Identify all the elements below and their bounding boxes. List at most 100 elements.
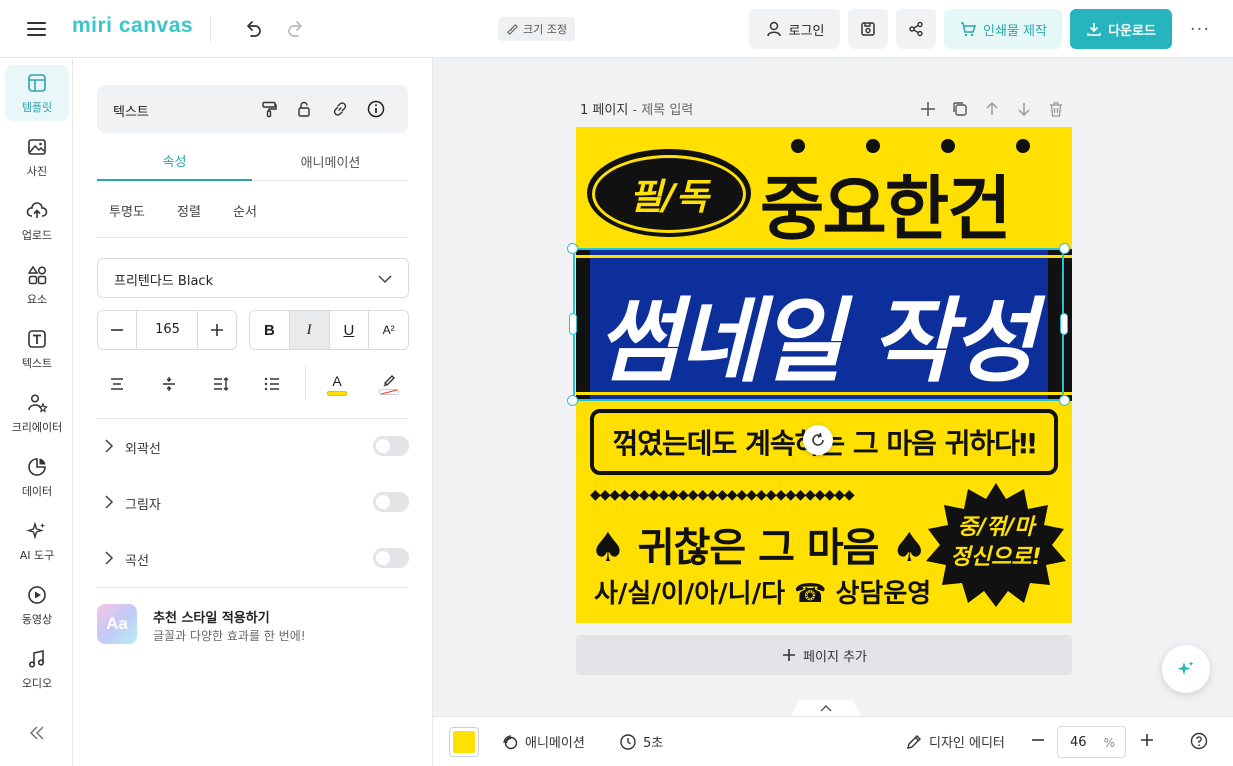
rail-item-audio[interactable]: 오디오 — [5, 641, 69, 697]
letter-spacing-icon[interactable] — [155, 370, 183, 398]
info-icon[interactable] — [364, 97, 388, 121]
delete-icon[interactable] — [1046, 99, 1066, 119]
rail-label: 사진 — [26, 164, 48, 178]
print-label: 인쇄물 제작 — [983, 23, 1047, 39]
curve-label: 곡선 — [125, 554, 149, 569]
zoom-in-button[interactable] — [1139, 732, 1155, 748]
duration-button[interactable]: 5초 — [619, 732, 663, 751]
zoom-out-button[interactable] — [1030, 732, 1046, 748]
properties-panel: 텍스트 속성 애니메이션 투명도 정렬 순서 프리텐다드 Black 165 B… — [73, 58, 433, 766]
app-logo[interactable]: miri canvas — [72, 14, 193, 38]
background-color-swatch[interactable] — [449, 727, 479, 757]
outline-toggle[interactable] — [373, 436, 409, 456]
resize-handle-sw[interactable] — [567, 395, 578, 406]
help-icon[interactable] — [1190, 732, 1208, 750]
design-page[interactable]: 필/독 중요한건 썸네일 작성 꺾였는데도 계속하는 그 마음 귀하다‼ ◆◆◆… — [576, 127, 1072, 623]
hamburger-menu-icon[interactable] — [26, 18, 48, 40]
line-height-icon[interactable] — [207, 370, 235, 398]
main-title-text[interactable]: 썸네일 작성 — [596, 267, 1036, 400]
highlight-button[interactable] — [375, 370, 403, 398]
page-separator: - — [628, 103, 642, 118]
rail-item-elements[interactable]: 요소 — [5, 257, 69, 313]
recommend-style-button[interactable]: Aa 추천 스타일 적용하기 글꼴과 다양한 효과를 한 번에! — [97, 604, 408, 646]
rail-item-upload[interactable]: 업로드 — [5, 193, 69, 249]
print-order-button[interactable]: 인쇄물 제작 — [944, 9, 1062, 49]
decrease-size-button[interactable] — [98, 311, 137, 349]
add-page-icon[interactable] — [918, 99, 938, 119]
paint-roller-icon[interactable] — [257, 97, 281, 121]
rail-item-video[interactable]: 동영상 — [5, 577, 69, 633]
rail-item-ai-tools[interactable]: AI 도구 — [5, 513, 69, 569]
align-text-icon[interactable] — [103, 370, 131, 398]
rail-item-templates[interactable]: 템플릿 — [5, 65, 69, 121]
text-color-swatch — [327, 390, 347, 396]
shadow-row[interactable]: 그림자 — [97, 482, 409, 522]
bottom-text[interactable]: 사/실/이/아/니/다 ☎ 상담운영 — [594, 573, 931, 610]
download-icon — [1087, 23, 1101, 36]
bold-button[interactable]: B — [250, 311, 290, 349]
starburst-text[interactable]: 중/꺾/마 정신으로! — [926, 513, 1066, 573]
ai-assistant-button[interactable] — [1162, 645, 1210, 693]
superscript-button[interactable]: A² — [369, 311, 408, 349]
page-title-input[interactable]: 제목 입력 — [641, 103, 693, 118]
rail-item-text[interactable]: 텍스트 — [5, 321, 69, 377]
chevron-right-icon — [105, 495, 114, 509]
lock-icon[interactable] — [292, 97, 316, 121]
text-color-button[interactable]: A — [323, 370, 351, 398]
save-button[interactable] — [848, 9, 888, 49]
title-band[interactable]: 썸네일 작성 — [576, 249, 1072, 401]
tab-properties[interactable]: 속성 — [97, 142, 252, 181]
rail-item-creator[interactable]: 크리에이터 — [5, 385, 69, 441]
font-family-select[interactable]: 프리텐다드 Black — [97, 258, 409, 298]
list-icon[interactable] — [258, 370, 286, 398]
badge-text[interactable]: 필/독 — [592, 155, 746, 233]
login-button[interactable]: 로그인 — [749, 9, 840, 49]
font-size-value[interactable]: 165 — [138, 322, 197, 337]
resize-handle-se[interactable] — [1059, 395, 1070, 406]
underline-button[interactable]: U — [330, 311, 370, 349]
download-button[interactable]: 다운로드 — [1070, 9, 1172, 49]
rail-label: 크리에이터 — [11, 420, 63, 434]
subtab-opacity[interactable]: 투명도 — [109, 201, 145, 220]
italic-button[interactable]: I — [289, 311, 330, 349]
resize-handle-nw[interactable] — [567, 243, 578, 254]
shadow-toggle[interactable] — [373, 492, 409, 512]
starburst-line-1: 중/꺾/마 — [957, 515, 1035, 540]
share-button[interactable] — [896, 9, 936, 49]
rail-item-photos[interactable]: 사진 — [5, 129, 69, 185]
outline-row[interactable]: 외곽선 — [97, 426, 409, 466]
move-up-icon[interactable] — [982, 99, 1002, 119]
redo-icon[interactable] — [283, 17, 309, 41]
undo-icon[interactable] — [240, 17, 266, 41]
tab-animation[interactable]: 애니메이션 — [253, 142, 408, 181]
rail-item-data[interactable]: 데이터 — [5, 449, 69, 505]
headline-text[interactable]: 중요한건 — [760, 153, 1012, 254]
curve-row[interactable]: 곡선 — [97, 538, 409, 578]
duplicate-icon[interactable] — [950, 99, 970, 119]
audio-icon — [28, 649, 45, 668]
zoom-input[interactable]: 46 % — [1057, 726, 1126, 758]
rotate-handle-icon[interactable] — [803, 425, 833, 455]
resize-handle-w[interactable] — [569, 313, 577, 335]
move-down-icon[interactable] — [1014, 99, 1034, 119]
recommend-title: 추천 스타일 적용하기 — [153, 611, 270, 626]
resize-handle-e[interactable] — [1060, 313, 1068, 335]
link-icon[interactable] — [328, 97, 352, 121]
spade-text[interactable]: ♠ 귀찮은 그 마음 ♠ — [590, 515, 927, 573]
data-icon — [28, 457, 46, 476]
duration-label: 5초 — [643, 736, 664, 751]
resize-label: 크기 조정 — [523, 23, 567, 36]
expand-pages-button[interactable] — [791, 700, 861, 716]
resize-button[interactable]: 크기 조정 — [498, 17, 575, 41]
design-editor-button[interactable]: 디자인 에디터 — [905, 732, 1005, 751]
more-options-icon[interactable]: ··· — [1186, 9, 1214, 49]
animation-button[interactable]: 애니메이션 — [501, 732, 585, 751]
subtab-align[interactable]: 정렬 — [177, 201, 201, 220]
increase-size-button[interactable] — [197, 311, 236, 349]
subtab-order[interactable]: 순서 — [233, 201, 257, 220]
font-name: 프리텐다드 Black — [114, 274, 214, 289]
add-page-button[interactable]: 페이지 추가 — [576, 635, 1072, 675]
collapse-panel-icon[interactable] — [26, 722, 48, 744]
curve-toggle[interactable] — [373, 548, 409, 568]
resize-handle-ne[interactable] — [1059, 243, 1070, 254]
